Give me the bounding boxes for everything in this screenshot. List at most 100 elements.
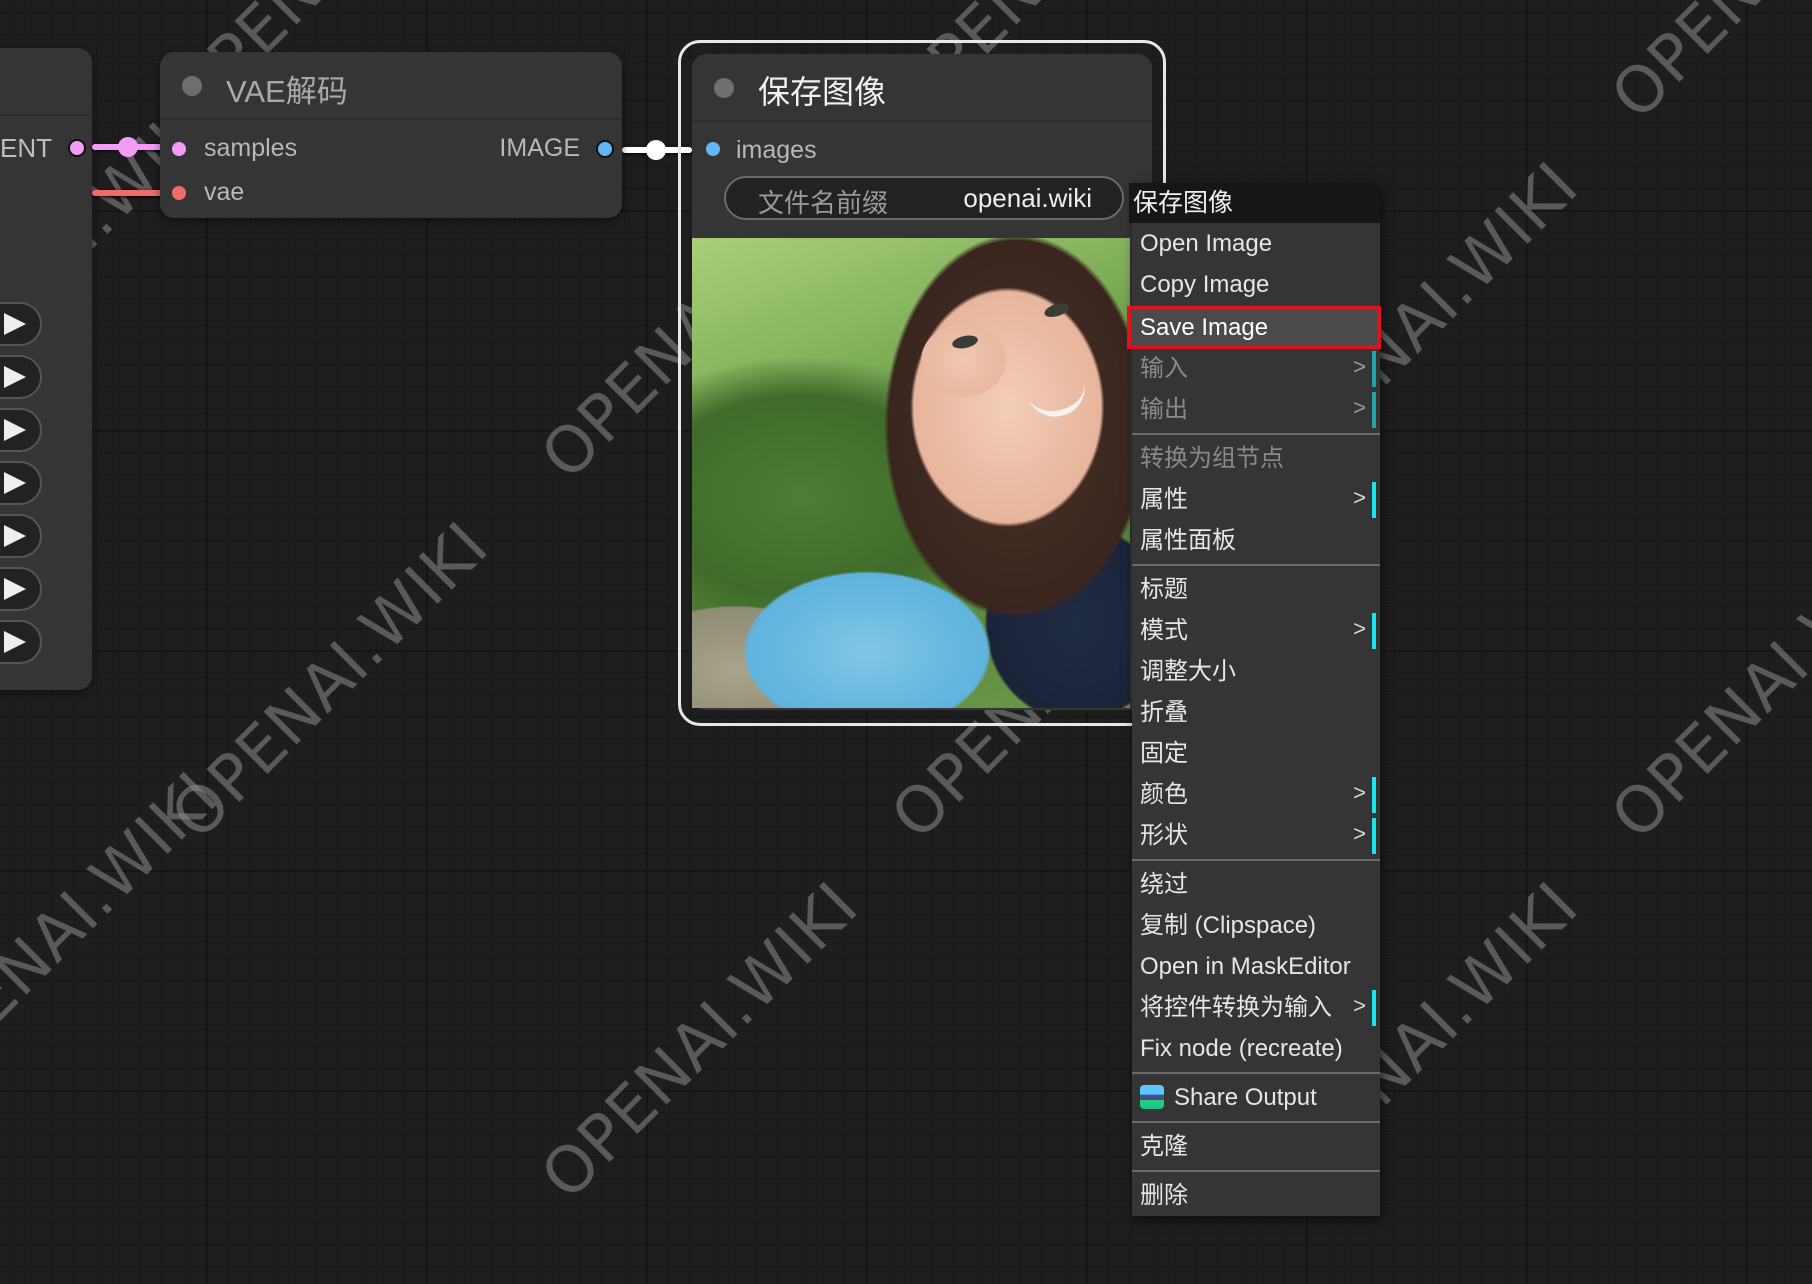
menu-item-item-3[interactable]: 输入 >: [1132, 348, 1380, 389]
menu-item-clipspace[interactable]: 复制 (Clipspace): [1132, 905, 1380, 946]
image-preview[interactable]: [692, 238, 1130, 708]
menu-item-label: 属性: [1140, 486, 1188, 513]
menu-item-label: Share Output: [1174, 1084, 1317, 1111]
menu-item-item-6[interactable]: 转换为组节点: [1132, 438, 1380, 479]
menu-item-item-8[interactable]: 属性面板: [1132, 520, 1380, 561]
menu-item-item-21[interactable]: 将控件转换为输入 >: [1132, 987, 1380, 1028]
menu-item-copy-image[interactable]: Copy Image: [1132, 264, 1380, 305]
watermark-text: OPENAI.WIKI: [0, 758, 233, 1104]
image-output-slot[interactable]: [596, 140, 614, 158]
preview-eye-left: [951, 333, 979, 351]
submenu-indicator: [1372, 351, 1376, 387]
menu-item-item-10[interactable]: 标题: [1132, 569, 1380, 610]
vae-input-label: vae: [204, 178, 245, 206]
samples-input-label: samples: [204, 134, 298, 162]
menu-item-label: 形状: [1140, 822, 1188, 849]
menu-item-save-image[interactable]: Save Image: [1127, 306, 1381, 349]
vae-decode-node[interactable]: VAE解码 samples vae IMAGE: [160, 52, 622, 218]
filename-prefix-value[interactable]: openai.wiki: [963, 183, 1092, 214]
collapse-dot-icon[interactable]: [182, 76, 202, 96]
menu-item-item-16[interactable]: 形状 >: [1132, 815, 1380, 856]
play-button[interactable]: [0, 620, 42, 664]
submenu-arrow-icon: >: [1353, 485, 1366, 510]
play-button[interactable]: [0, 461, 42, 505]
menu-item-label: Open Image: [1140, 230, 1273, 257]
menu-separator: [1132, 1170, 1380, 1172]
preview-smile: [1027, 381, 1091, 423]
menu-item-label: Save Image: [1140, 314, 1269, 341]
menu-item-item-4[interactable]: 输出 >: [1132, 389, 1380, 430]
link-image-midpoint[interactable]: [646, 140, 666, 160]
vae-decode-title-bar[interactable]: VAE解码: [160, 52, 622, 120]
submenu-arrow-icon: >: [1353, 993, 1366, 1018]
menu-item-item-14[interactable]: 固定: [1132, 733, 1380, 774]
vae-decode-title: VAE解码: [226, 74, 348, 109]
watermark-text: OPENAI.WIKI: [527, 868, 873, 1214]
menu-item-label: 属性面板: [1140, 527, 1236, 554]
menu-item-label: 绕过: [1140, 871, 1188, 898]
submenu-arrow-icon: >: [1353, 354, 1366, 379]
context-menu: 保存图像 Open Image Copy Image Save Image 输入 > 输出…: [1127, 183, 1381, 1216]
left-node-title-bar[interactable]: [0, 48, 92, 116]
samples-input-slot[interactable]: [170, 140, 188, 158]
link-latent-midpoint[interactable]: [118, 137, 138, 157]
menu-item-item-7[interactable]: 属性 >: [1132, 479, 1380, 520]
menu-separator: [1132, 859, 1380, 861]
menu-item-label: 将控件转换为输入: [1140, 994, 1332, 1021]
menu-separator: [1132, 433, 1380, 435]
menu-item-label: 折叠: [1140, 699, 1188, 726]
context-menu-title: 保存图像: [1129, 183, 1380, 223]
menu-item-label: 输出: [1140, 396, 1188, 423]
submenu-indicator: [1372, 613, 1376, 649]
left-node-partial[interactable]: ENT: [0, 48, 92, 690]
menu-item-fix-node-recreate[interactable]: Fix node (recreate): [1132, 1028, 1380, 1069]
menu-item-item-12[interactable]: 调整大小: [1132, 651, 1380, 692]
images-input-slot[interactable]: [704, 140, 722, 158]
menu-item-item-15[interactable]: 颜色 >: [1132, 774, 1380, 815]
image-output-label: IMAGE: [499, 134, 580, 162]
menu-item-label: 调整大小: [1140, 658, 1236, 685]
menu-item-label: 模式: [1140, 617, 1188, 644]
save-image-node[interactable]: 保存图像 images 文件名前缀 openai.wiki: [692, 54, 1152, 710]
submenu-indicator: [1372, 777, 1376, 813]
submenu-indicator: [1372, 818, 1376, 854]
menu-separator: [1132, 1072, 1380, 1074]
play-button[interactable]: [0, 302, 42, 346]
latent-output-slot[interactable]: [68, 139, 86, 157]
menu-item-label: 输入: [1140, 355, 1188, 382]
menu-item-item-28[interactable]: 删除: [1132, 1175, 1380, 1216]
filename-prefix-label: 文件名前缀: [758, 188, 889, 218]
menu-item-label: 颜色: [1140, 781, 1188, 808]
share-output-icon: [1140, 1085, 1164, 1109]
menu-item-open-image[interactable]: Open Image: [1132, 223, 1380, 264]
filename-prefix-widget[interactable]: 文件名前缀 openai.wiki: [724, 176, 1124, 220]
menu-item-open-in-maskeditor[interactable]: Open in MaskEditor: [1132, 946, 1380, 987]
menu-item-item-13[interactable]: 折叠: [1132, 692, 1380, 733]
menu-item-label: Copy Image: [1140, 271, 1270, 298]
play-button[interactable]: [0, 408, 42, 452]
menu-item-label: 固定: [1140, 740, 1188, 767]
collapse-dot-icon[interactable]: [714, 78, 734, 98]
menu-item-item-11[interactable]: 模式 >: [1132, 610, 1380, 651]
submenu-arrow-icon: >: [1353, 821, 1366, 846]
menu-item-share-output[interactable]: Share Output: [1132, 1077, 1380, 1118]
menu-item-label: Fix node (recreate): [1140, 1035, 1343, 1062]
menu-item-label: 复制 (Clipspace): [1140, 912, 1317, 939]
submenu-indicator: [1372, 392, 1376, 428]
context-menu-items: Open Image Copy Image Save Image 输入 > 输出 > 转换为组…: [1127, 223, 1381, 1216]
save-image-title-bar[interactable]: 保存图像: [692, 54, 1152, 122]
preview-eye-right: [1042, 300, 1072, 320]
play-button[interactable]: [0, 514, 42, 558]
images-input-label: images: [736, 136, 817, 164]
vae-input-slot[interactable]: [170, 184, 188, 202]
watermark-text: OPENAI.WIKI: [1597, 508, 1812, 854]
menu-item-item-26[interactable]: 克隆: [1132, 1126, 1380, 1167]
menu-item-label: 转换为组节点: [1140, 445, 1284, 472]
menu-item-item-18[interactable]: 绕过: [1132, 864, 1380, 905]
save-image-title: 保存图像: [758, 74, 887, 110]
submenu-arrow-icon: >: [1353, 616, 1366, 641]
play-button[interactable]: [0, 567, 42, 611]
submenu-indicator: [1372, 482, 1376, 518]
play-button[interactable]: [0, 355, 42, 399]
watermark-text: OPENAI.WIKI: [157, 508, 503, 854]
